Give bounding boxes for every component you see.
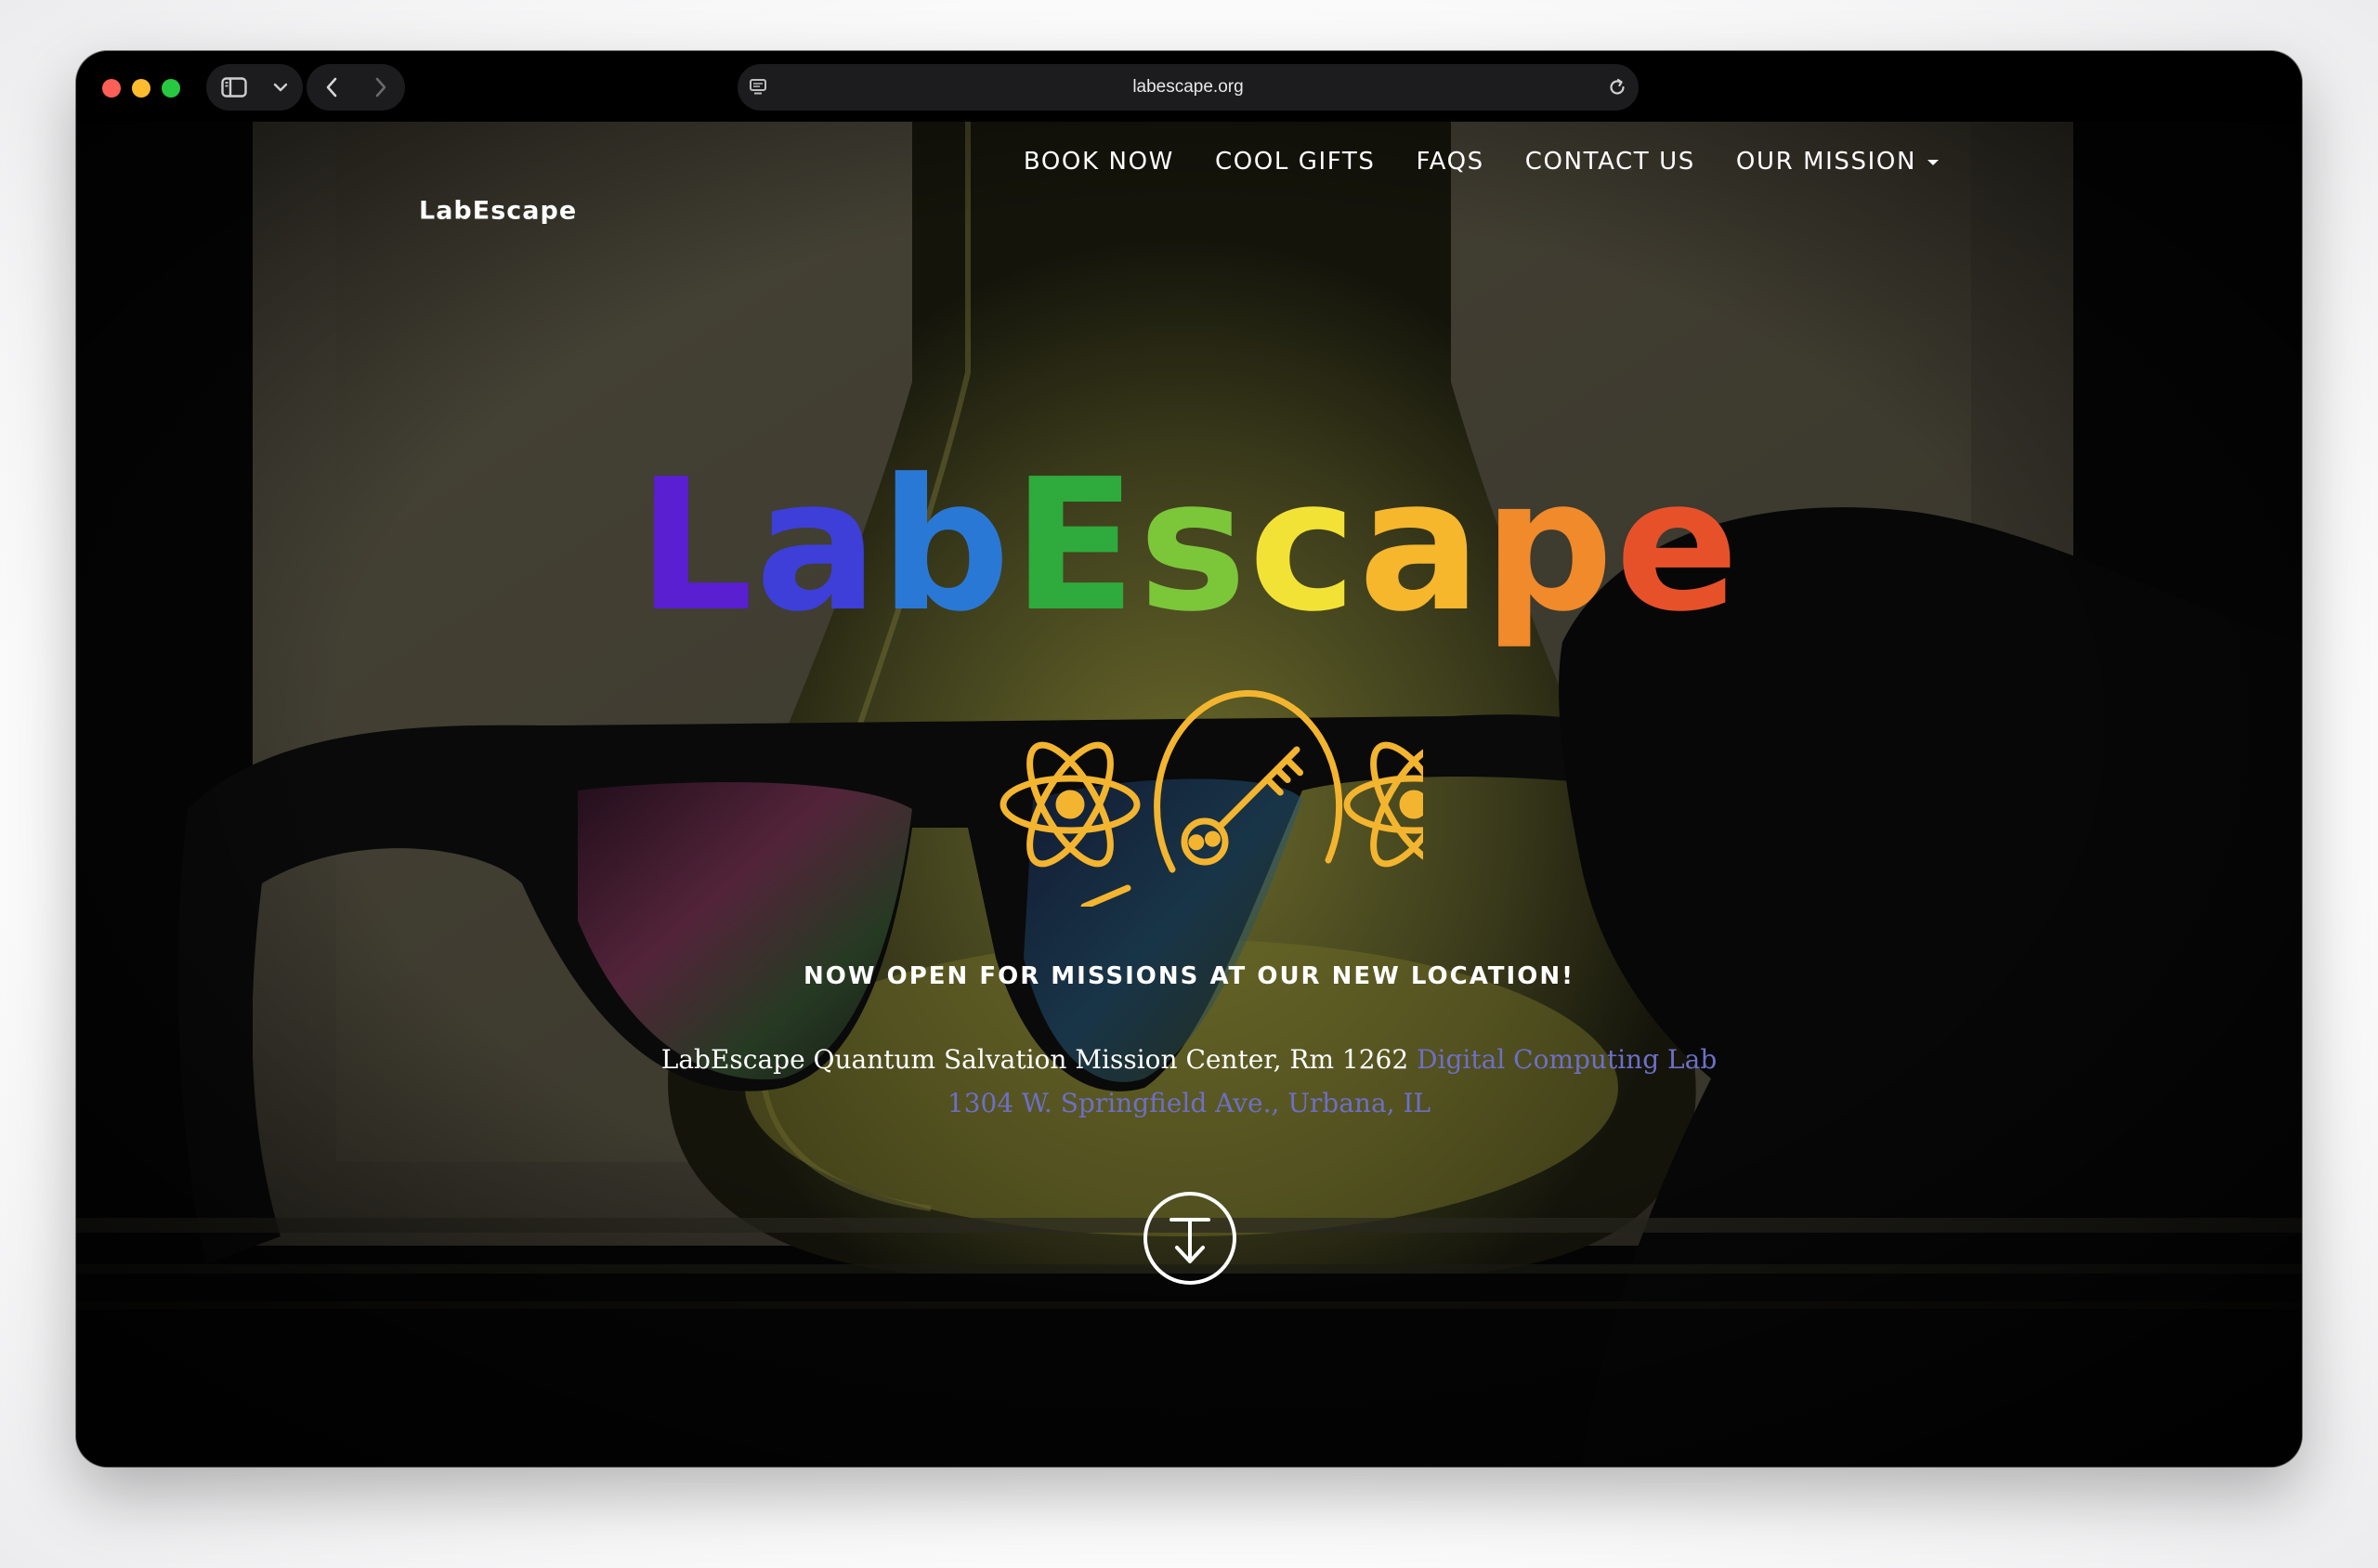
desktop-background: labescape.org LabEscape BOOK NOW COOL GI… <box>0 0 2378 1568</box>
nav-item-our-mission[interactable]: OUR MISSION <box>1736 148 1939 176</box>
address-link-street[interactable]: 1304 W. Springfield Ave., Urbana, IL <box>947 1088 1431 1118</box>
logo-letter: s <box>1138 440 1249 652</box>
main-menu: BOOK NOW COOL GIFTS FAQS CONTACT US OUR … <box>1024 148 1939 176</box>
reload-icon[interactable] <box>1607 77 1627 98</box>
logo-letter: b <box>880 440 1013 652</box>
tab-group-menu-button[interactable] <box>262 64 299 111</box>
page-viewport: LabEscape BOOK NOW COOL GIFTS FAQS CONTA… <box>76 122 2302 1467</box>
nav-item-book-now[interactable]: BOOK NOW <box>1024 148 1174 176</box>
logo-letter: a <box>755 440 881 652</box>
nav-item-contact-us[interactable]: CONTACT US <box>1525 148 1695 176</box>
nav-item-faqs[interactable]: FAQS <box>1416 148 1483 176</box>
zoom-window-button[interactable] <box>162 79 180 98</box>
history-nav-group <box>307 64 405 111</box>
sidebar-toggle-group <box>206 64 303 111</box>
nav-item-our-mission-label: OUR MISSION <box>1735 148 1916 176</box>
url-text: labescape.org <box>1132 77 1244 97</box>
site-brand-link[interactable]: LabEscape <box>419 197 577 226</box>
sidebar-toggle-button[interactable] <box>206 64 262 111</box>
forward-button[interactable] <box>356 64 405 111</box>
logo-letter: c <box>1248 440 1359 652</box>
nav-item-cool-gifts[interactable]: COOL GIFTS <box>1215 148 1376 176</box>
address-prefix-text: LabEscape Quantum Salvation Mission Cent… <box>660 1044 1418 1075</box>
atom-key-emblem-icon <box>1000 689 1423 907</box>
logo-letters: LabEscape <box>637 440 1741 652</box>
hero-tagline: NOW OPEN FOR MISSIONS AT OUR NEW LOCATIO… <box>804 962 1574 990</box>
logo-letter: a <box>1358 440 1483 652</box>
hero-logo-wordmark: LabEscape <box>76 453 2302 639</box>
location-address: LabEscape Quantum Salvation Mission Cent… <box>76 1038 2302 1125</box>
site-navbar: LabEscape BOOK NOW COOL GIFTS FAQS CONTA… <box>76 122 2302 242</box>
logo-letter: L <box>637 440 756 652</box>
sidebar-icon <box>221 77 247 98</box>
chevron-left-icon <box>326 77 336 98</box>
address-link-building[interactable]: Digital Computing Lab <box>1417 1044 1717 1075</box>
chevron-down-icon <box>273 83 288 92</box>
caret-down-icon <box>1927 160 1939 165</box>
address-bar[interactable]: labescape.org <box>738 64 1639 111</box>
minimize-window-button[interactable] <box>132 79 150 98</box>
logo-letter: E <box>1012 440 1139 652</box>
browser-toolbar: labescape.org <box>76 51 2302 122</box>
chevron-right-icon <box>375 77 385 98</box>
back-button[interactable] <box>307 64 356 111</box>
logo-letter: p <box>1483 440 1615 652</box>
scroll-down-button[interactable] <box>1142 1190 1238 1287</box>
browser-window: labescape.org LabEscape BOOK NOW COOL GI… <box>76 51 2302 1467</box>
close-window-button[interactable] <box>102 79 121 98</box>
logo-letter: e <box>1614 440 1741 652</box>
